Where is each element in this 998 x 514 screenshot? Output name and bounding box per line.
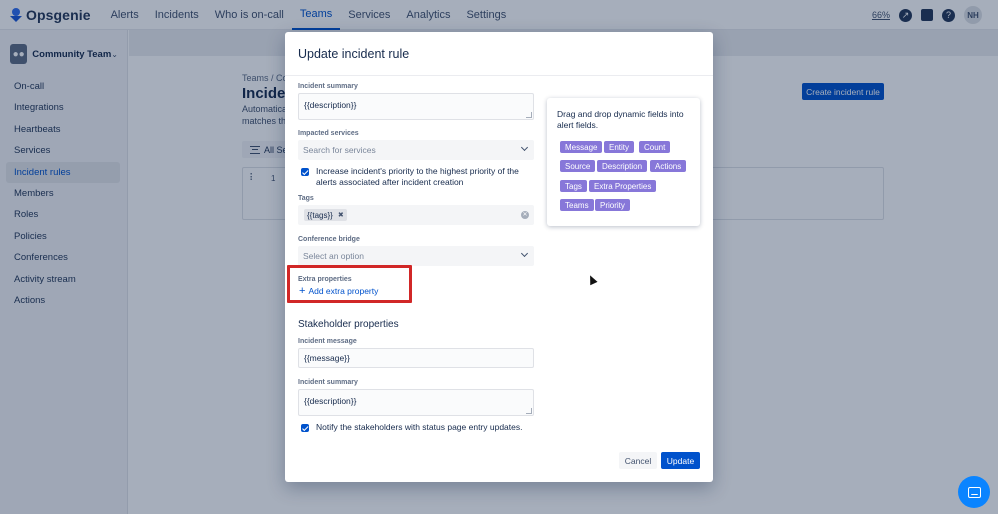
- field-chip-description[interactable]: Description: [597, 160, 648, 172]
- highlight-box: [287, 265, 412, 303]
- field-chip-entity[interactable]: Entity: [604, 141, 635, 153]
- increase-priority-option[interactable]: Increase incident's priority to the high…: [301, 166, 527, 188]
- impacted-services-placeholder: Search for services: [303, 145, 376, 155]
- conference-bridge-label: Conference bridge: [298, 236, 360, 243]
- impacted-services-label: Impacted services: [298, 130, 359, 137]
- field-chip-message[interactable]: Message: [560, 141, 603, 153]
- field-chip-actions[interactable]: Actions: [650, 160, 687, 172]
- incident-message-label: Incident message: [298, 338, 357, 345]
- notify-stakeholders-checkbox[interactable]: [301, 424, 309, 432]
- tags-input[interactable]: {{tags}} ✖ ✕: [298, 205, 534, 225]
- update-button[interactable]: Update: [661, 452, 700, 469]
- dynamic-fields-hint: Drag and drop dynamic fields into alert …: [557, 109, 684, 130]
- field-chip-extra-properties[interactable]: Extra Properties: [589, 180, 657, 192]
- dialog-title: Update incident rule: [298, 47, 410, 61]
- chat-icon: [967, 486, 981, 498]
- clear-tags-icon[interactable]: ✕: [521, 211, 529, 219]
- tags-label: Tags: [298, 195, 314, 202]
- conference-bridge-placeholder: Select an option: [303, 251, 364, 261]
- tag-chip: {{tags}} ✖: [304, 209, 347, 221]
- stakeholder-properties-title: Stakeholder properties: [298, 319, 399, 330]
- tag-chip-text: {{tags}}: [307, 210, 333, 220]
- notify-stakeholders-option[interactable]: Notify the stakeholders with status page…: [301, 422, 537, 433]
- increase-priority-checkbox[interactable]: [301, 168, 309, 176]
- stakeholder-summary-label: Incident summary: [298, 379, 358, 386]
- impacted-services-select[interactable]: Search for services: [298, 140, 534, 160]
- dynamic-fields-panel: Drag and drop dynamic fields into alert …: [547, 98, 700, 226]
- field-chip-source[interactable]: Source: [560, 160, 596, 172]
- update-incident-rule-dialog: Update incident rule Incident summary {{…: [285, 32, 713, 482]
- dialog-footer: Cancel Update: [285, 435, 713, 482]
- chevron-down-icon: [520, 143, 529, 152]
- incident-summary-label: Incident summary: [298, 83, 358, 90]
- cancel-button[interactable]: Cancel: [619, 452, 657, 469]
- field-chip-tags[interactable]: Tags: [560, 180, 587, 192]
- field-chip-count[interactable]: Count: [639, 141, 671, 153]
- chevron-down-icon: [520, 249, 529, 258]
- increase-priority-text: Increase incident's priority to the high…: [316, 166, 519, 187]
- field-chip-priority[interactable]: Priority: [595, 199, 630, 211]
- conference-bridge-select[interactable]: Select an option: [298, 246, 534, 266]
- stakeholder-summary-textarea[interactable]: {{description}}: [298, 389, 534, 416]
- incident-message-input[interactable]: {{message}}: [298, 348, 534, 368]
- incident-summary-textarea[interactable]: {{description}}: [298, 93, 534, 120]
- field-chip-teams[interactable]: Teams: [560, 199, 594, 211]
- notify-stakeholders-text: Notify the stakeholders with status page…: [316, 422, 523, 432]
- chat-launcher[interactable]: [958, 476, 990, 508]
- remove-tag-icon[interactable]: ✖: [338, 211, 344, 219]
